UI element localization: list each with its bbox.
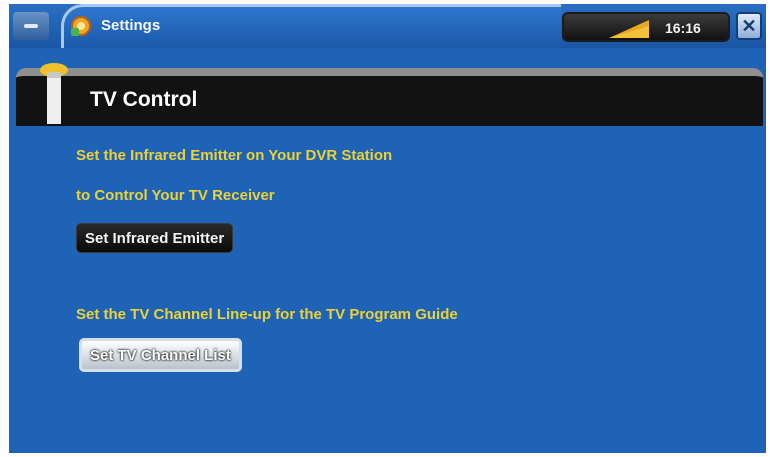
status-indicator: 16:16	[562, 12, 730, 42]
infrared-description-line2: to Control Your TV Receiver	[76, 187, 275, 204]
infrared-description-line1: Set the Infrared Emitter on Your DVR Sta…	[76, 147, 393, 164]
device-screen: Settings 16:16 ✕ TV Control Set the Infr…	[9, 4, 766, 453]
signal-strength-icon	[609, 20, 649, 38]
close-icon[interactable]: ✕	[736, 12, 762, 40]
menu-icon-bar	[24, 24, 38, 28]
section-header: TV Control	[16, 63, 763, 126]
set-tv-channel-list-button[interactable]: Set TV Channel List	[79, 338, 242, 372]
set-infrared-emitter-button[interactable]: Set Infrared Emitter	[76, 223, 234, 253]
menu-icon[interactable]	[13, 12, 49, 40]
app-title: Settings	[101, 17, 161, 34]
settings-icon	[71, 16, 91, 36]
section-title: TV Control	[90, 88, 198, 111]
status-bar: Settings 16:16 ✕	[9, 4, 766, 48]
status-counter: 16:16	[665, 20, 701, 36]
channel-description: Set the TV Channel Line-up for the TV Pr…	[76, 306, 458, 323]
tv-emitter-icon	[40, 63, 68, 124]
